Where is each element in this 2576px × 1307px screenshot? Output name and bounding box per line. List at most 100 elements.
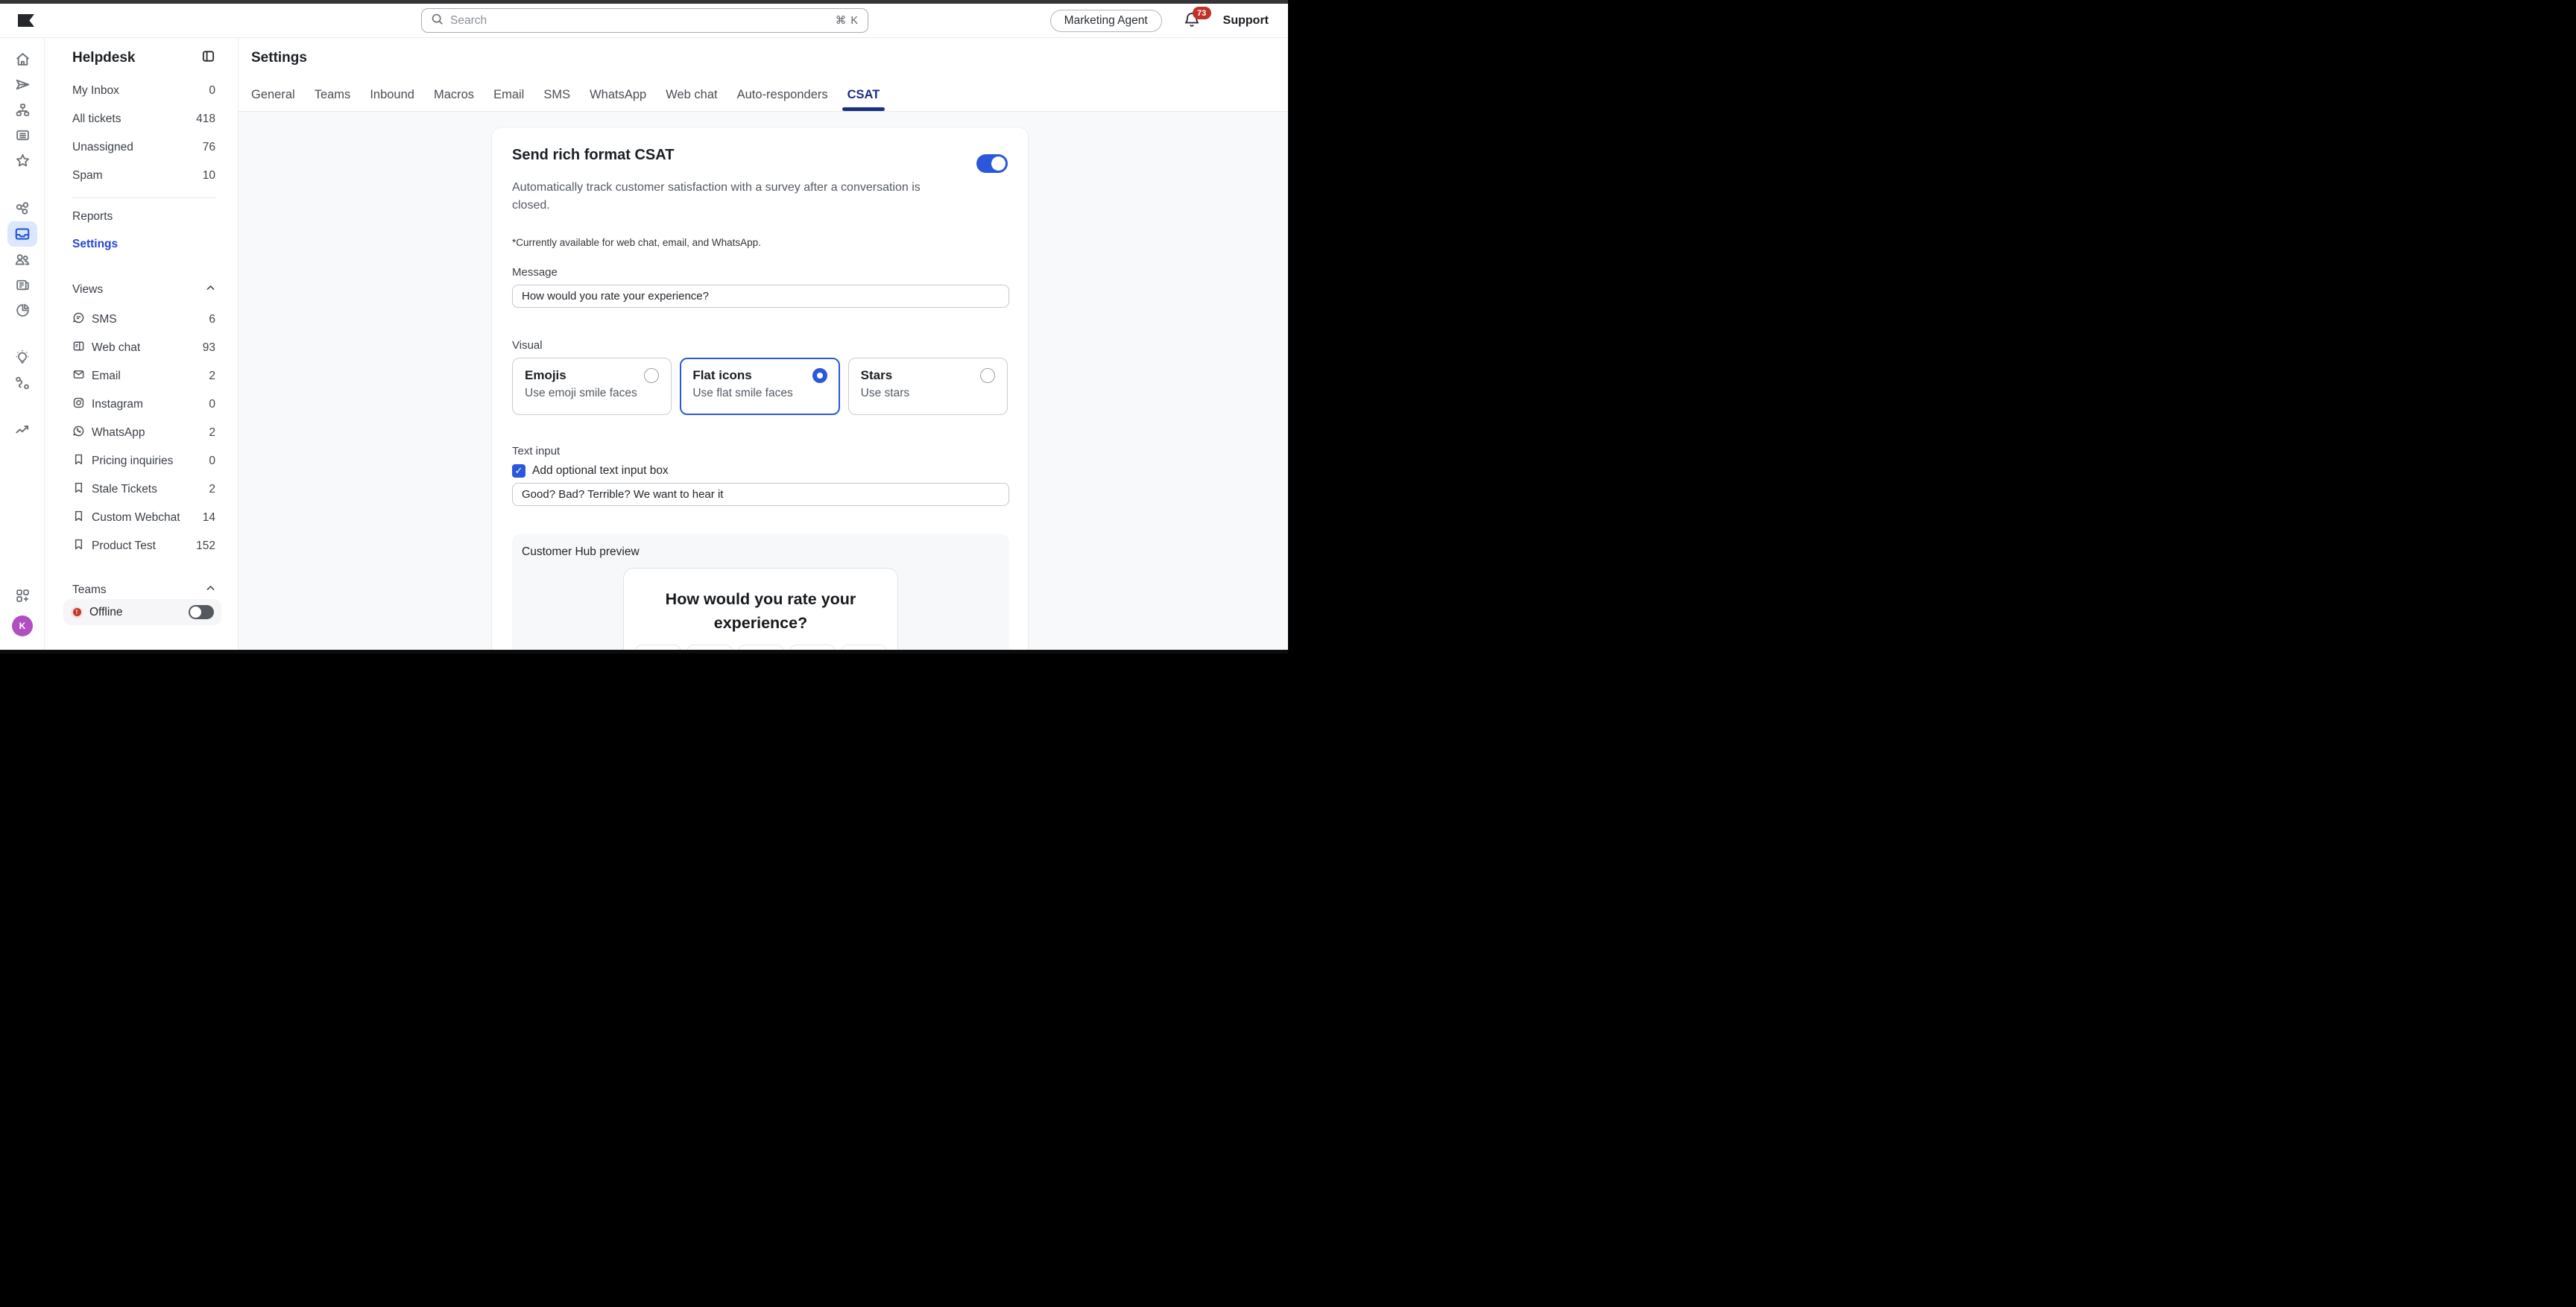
rating-neutral-button[interactable] [738,645,784,650]
option-flat-icons-selected[interactable]: Flat icons Use flat smile faces [680,358,839,415]
survey-question: How would you rate your experience? [653,587,869,635]
sidebar-title: Helpdesk [72,50,135,66]
checkbox-checked[interactable]: ✓ [512,464,525,478]
tab-email[interactable]: Email [493,78,524,111]
views-section-header[interactable]: Views [72,281,215,299]
status-label: Offline [89,606,182,619]
view-item-product-test[interactable]: Product Test152 [72,537,215,555]
top-header: Search ⌘ K Marketing Agent 73 Support [0,4,1288,38]
main-panel: Settings General Teams Inbound Macros Em… [239,38,1288,650]
csat-enabled-toggle[interactable] [976,154,1008,173]
tab-macros[interactable]: Macros [434,78,474,111]
csat-description: Automatically track customer satisfactio… [512,179,959,215]
inbox-icon-selected[interactable] [7,221,37,247]
radio-unselected[interactable] [980,368,995,383]
view-item-instagram[interactable]: Instagram0 [72,396,215,414]
teams-section-header[interactable]: Teams [72,581,215,599]
rating-very-happy-button[interactable] [841,645,887,650]
survey-preview-card: How would you rate your experience? [623,568,898,650]
view-item-stale-tickets[interactable]: Stale Tickets2 [72,481,215,499]
sidebar-item-all-tickets[interactable]: All tickets418 [72,110,215,128]
tab-auto-responders[interactable]: Auto-responders [737,78,828,111]
share-nodes-icon[interactable] [7,196,37,221]
availability-toggle[interactable] [189,605,214,619]
user-avatar[interactable]: K [12,615,33,636]
settings-tabs: General Teams Inbound Macros Email SMS W… [251,78,880,111]
home-icon[interactable] [7,46,37,72]
tab-whatsapp[interactable]: WhatsApp [590,78,646,111]
send-icon[interactable] [7,72,37,97]
tab-teams[interactable]: Teams [315,78,351,111]
radio-selected[interactable] [812,368,827,383]
icon-rail: K [0,38,45,650]
bookmark-icon [72,538,85,554]
view-item-web-chat[interactable]: Web chat93 [72,339,215,357]
active-tab-underline [842,107,886,111]
org-chart-icon[interactable] [7,97,37,122]
view-item-email[interactable]: Email2 [72,367,215,385]
checkbox-label: Add optional text input box [532,464,669,478]
top-edge-bar [0,0,1288,4]
sidebar-item-spam[interactable]: Spam10 [72,167,215,185]
notification-badge: 73 [1193,7,1211,19]
settings-header: Settings General Teams Inbound Macros Em… [239,38,1288,112]
tab-inbound[interactable]: Inbound [370,78,414,111]
rating-happy-button[interactable] [789,645,836,650]
pie-chart-icon[interactable] [7,297,37,323]
sidebar-item-my-inbox[interactable]: My Inbox0 [72,82,215,100]
option-stars[interactable]: Stars Use stars [848,358,1008,415]
message-label: Message [512,266,1008,279]
whatsapp-icon [72,425,85,441]
route-icon[interactable] [7,370,37,396]
search-placeholder: Search [450,14,829,28]
notifications-button[interactable]: 73 [1183,11,1202,31]
sms-bubble-icon [72,311,85,328]
rating-sad-button[interactable] [686,645,733,650]
radio-unselected[interactable] [644,368,659,383]
trending-up-icon[interactable] [7,417,37,443]
bottom-edge-bar [0,650,1288,654]
tab-sms[interactable]: SMS [543,78,570,111]
tab-general[interactable]: General [251,78,295,111]
tab-web-chat[interactable]: Web chat [666,78,717,111]
lightbulb-icon[interactable] [7,344,37,370]
workspace-logo[interactable] [18,14,34,27]
bookmark-icon [72,453,85,469]
sidebar-item-unassigned[interactable]: Unassigned76 [72,139,215,156]
visual-options: Emojis Use emoji smile faces Flat icons … [512,358,1008,415]
search-input[interactable]: Search ⌘ K [421,8,868,33]
support-link[interactable]: Support [1223,14,1269,28]
collapse-panel-icon[interactable] [201,49,215,67]
bookmark-icon [72,481,85,498]
webchat-panel-icon [72,340,85,356]
marketing-agent-button[interactable]: Marketing Agent [1050,10,1162,32]
newspaper-icon[interactable] [7,272,37,297]
users-icon[interactable] [7,247,37,272]
option-emojis[interactable]: Emojis Use emoji smile faces [512,358,672,415]
view-item-whatsapp[interactable]: WhatsApp2 [72,424,215,442]
list-card-icon[interactable] [7,122,37,148]
message-input[interactable]: How would you rate your experience? [512,285,1009,308]
chevron-up-icon [206,283,215,297]
view-item-custom-webchat[interactable]: Custom Webchat14 [72,509,215,527]
chevron-up-icon [206,583,215,597]
instagram-icon [72,396,85,413]
view-item-pricing-inquiries[interactable]: Pricing inquiries0 [72,452,215,470]
availability-status-card: ! Offline [63,599,221,625]
rating-very-sad-button[interactable] [635,645,681,650]
text-input-label: Text input [512,445,1008,458]
view-item-sms[interactable]: SMS6 [72,311,215,329]
optional-text-input[interactable]: Good? Bad? Terrible? We want to hear it [512,483,1009,506]
search-shortcut: ⌘ K [836,15,859,27]
csat-card-title: Send rich format CSAT [512,147,674,164]
sidebar-item-reports[interactable]: Reports [72,208,215,226]
star-icon[interactable] [7,148,37,173]
sidebar-item-settings-active[interactable]: Settings [72,235,215,253]
customer-hub-preview: Customer Hub preview How would you rate … [512,534,1009,650]
rating-faces-row [624,645,897,650]
helpdesk-sidebar: Helpdesk My Inbox0 All tickets418 Unassi… [45,38,239,650]
settings-content: Send rich format CSAT Automatically trac… [239,112,1288,650]
apps-grid-plus-icon[interactable] [7,583,37,608]
visual-label: Visual [512,339,1008,352]
tab-csat-active[interactable]: CSAT [847,78,880,111]
